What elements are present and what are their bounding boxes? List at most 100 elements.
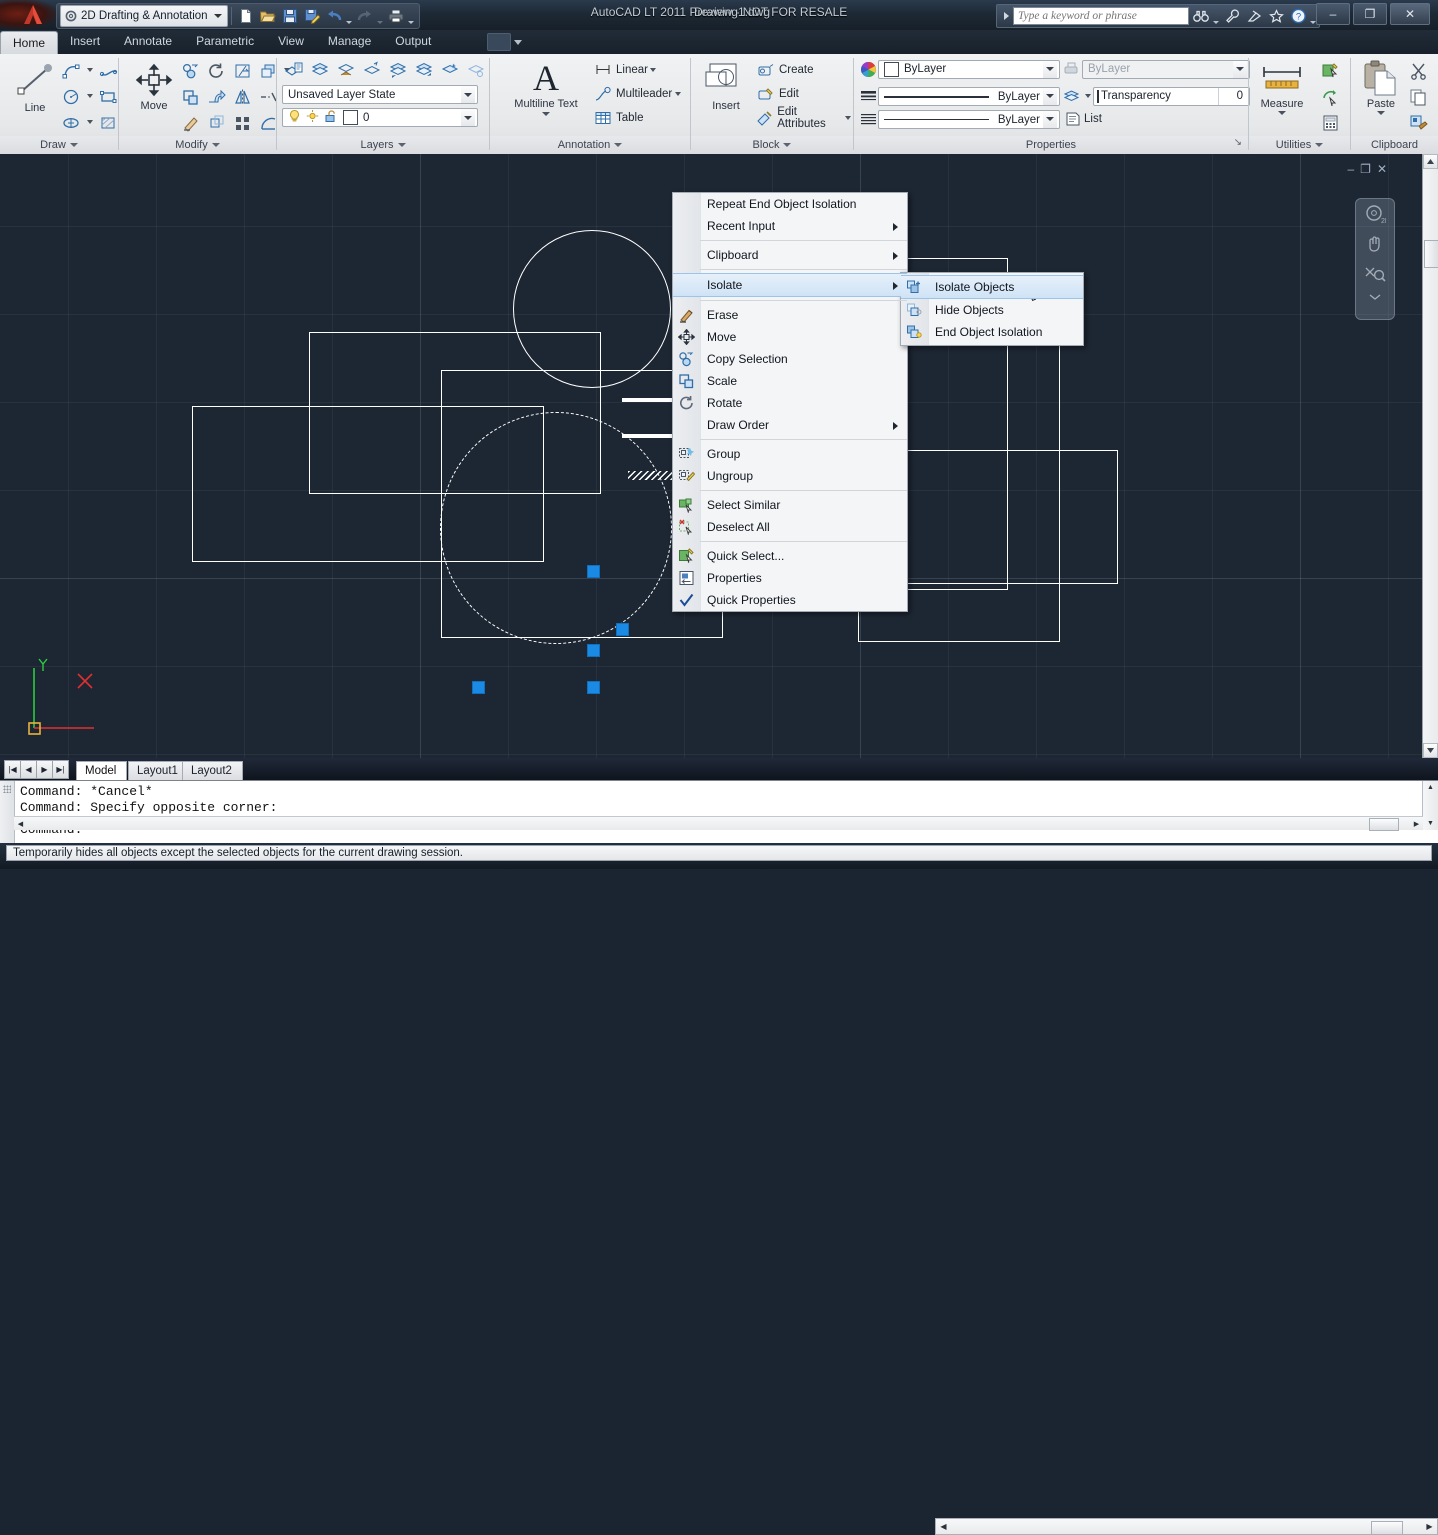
grip-point[interactable] — [587, 565, 600, 578]
copy-icon[interactable] — [177, 58, 203, 84]
break-icon[interactable] — [229, 110, 255, 136]
polyline-icon[interactable] — [58, 58, 84, 84]
panel-annotation-title[interactable]: Annotation — [490, 136, 690, 154]
menu-item-properties[interactable]: Properties — [673, 567, 907, 589]
drawing-minimize-button[interactable]: – — [1347, 162, 1354, 176]
star-icon[interactable] — [1266, 6, 1286, 26]
panel-modify-title[interactable]: Modify — [119, 136, 276, 154]
undo-dropdown[interactable] — [345, 4, 354, 29]
circle-dropdown[interactable] — [84, 84, 95, 108]
autocad-logo-icon[interactable] — [14, 2, 52, 28]
layout-nav-buttons[interactable]: |◀ ◀ ▶ ▶| — [4, 760, 69, 779]
ellipse-icon[interactable] — [58, 110, 84, 136]
multiline-text-button[interactable]: A Multiline Text — [500, 58, 592, 116]
zoom-extents-icon[interactable] — [1356, 259, 1394, 289]
menu-item-repeat-end-object-isolation[interactable]: Repeat End Object Isolation — [673, 193, 907, 215]
menu-item-clipboard[interactable]: Clipboard — [673, 244, 907, 266]
tab-parametric[interactable]: Parametric — [184, 30, 266, 53]
transparency-dropdown[interactable] — [1082, 84, 1093, 108]
close-button[interactable]: ✕ — [1390, 3, 1430, 25]
tab-annotate[interactable]: Annotate — [112, 30, 184, 53]
undo-icon[interactable] — [323, 6, 345, 26]
search-input[interactable] — [1013, 7, 1189, 25]
polyline-dropdown[interactable] — [84, 58, 95, 82]
menu-item-draw-order[interactable]: Draw Order — [673, 414, 907, 436]
menu-item-quick-properties[interactable]: Quick Properties — [673, 589, 907, 611]
layer-properties-icon[interactable] — [281, 57, 307, 83]
command-line-grip[interactable] — [0, 781, 15, 844]
ellipse-dropdown[interactable] — [84, 110, 95, 134]
rect-3[interactable] — [192, 406, 544, 562]
canvas-vertical-scrollbar[interactable] — [1422, 154, 1438, 758]
layout-tab-model[interactable]: Model — [76, 761, 128, 780]
match-properties-icon[interactable] — [1405, 110, 1431, 136]
steering-wheel-icon[interactable]: 2D — [1356, 199, 1394, 229]
multileader-button[interactable]: Multileader — [590, 82, 683, 106]
chevron-down-icon[interactable] — [1233, 60, 1247, 78]
menu-item-rotate[interactable]: Rotate — [673, 392, 907, 414]
search-dropdown-icon[interactable] — [1211, 4, 1220, 29]
menu-item-isolate[interactable]: Isolate — [673, 273, 907, 297]
cmd-scroll-up-arrow[interactable]: ▲ — [1423, 781, 1438, 794]
horizontal-scroll-thumb[interactable] — [1371, 1521, 1403, 1535]
redo-icon[interactable] — [354, 6, 376, 26]
lightbulb-icon[interactable] — [288, 109, 301, 126]
insert-button[interactable]: Insert — [699, 60, 753, 112]
rotate-icon[interactable] — [203, 58, 229, 84]
chevron-down-icon[interactable] — [1043, 87, 1057, 105]
menu-item-copy-selection[interactable]: Copy Selection — [673, 348, 907, 370]
vertical-scroll-thumb[interactable] — [1424, 240, 1438, 268]
grip-point[interactable] — [587, 681, 600, 694]
satellite-icon[interactable] — [1244, 6, 1264, 26]
create-block-button[interactable]: Create — [753, 58, 853, 82]
measure-button[interactable]: Measure — [1255, 62, 1309, 115]
edit-attributes-dropdown[interactable] — [843, 106, 853, 130]
navbar-chevron-down-icon[interactable] — [1356, 289, 1394, 305]
scroll-up-arrow[interactable] — [1423, 154, 1438, 169]
tab-home[interactable]: Home — [0, 31, 59, 54]
redo-dropdown[interactable] — [376, 4, 385, 29]
menu-item-quick-select[interactable]: Quick Select... — [673, 545, 907, 567]
ribbon-options-chevron-down-icon[interactable] — [514, 39, 522, 45]
cmd-scroll-down-arrow[interactable]: ▼ — [1423, 817, 1438, 830]
table-button[interactable]: Table — [590, 106, 683, 130]
layer-transparency-icon[interactable] — [1060, 86, 1082, 106]
panel-layers-title[interactable]: Layers — [277, 136, 489, 154]
chevron-down-icon[interactable] — [461, 109, 475, 126]
plot-icon[interactable] — [385, 6, 407, 26]
drawing-close-button[interactable]: ✕ — [1377, 162, 1387, 176]
grip-point[interactable] — [472, 681, 485, 694]
command-line-window[interactable]: Command: *Cancel* Command: Specify oppos… — [0, 780, 1438, 844]
sun-icon[interactable] — [306, 109, 319, 126]
open-icon[interactable] — [257, 6, 279, 26]
transparency-field[interactable]: Transparency 0 — [1093, 86, 1250, 106]
binoculars-icon[interactable] — [1191, 6, 1211, 26]
workspace-selector[interactable]: 2D Drafting & Annotation — [60, 5, 228, 27]
scroll-left-arrow[interactable]: ◀ — [936, 1519, 951, 1534]
scroll-down-arrow[interactable] — [1423, 743, 1438, 758]
menu-item-group[interactable]: Group — [673, 443, 907, 465]
canvas-horizontal-scrollbar[interactable]: ◀ ▶ — [935, 1518, 1438, 1535]
trim-icon[interactable] — [229, 58, 255, 84]
menu-item-ungroup[interactable]: Ungroup — [673, 465, 907, 487]
wrench-icon[interactable] — [1222, 6, 1242, 26]
grip-point[interactable] — [616, 623, 629, 636]
explode-icon[interactable] — [203, 110, 229, 136]
drawing-window-controls[interactable]: – ❐ ✕ — [1347, 162, 1387, 176]
layer-previous-icon[interactable] — [359, 57, 385, 83]
multileader-dropdown[interactable] — [672, 82, 683, 106]
menu-item-scale[interactable]: Scale — [673, 370, 907, 392]
measure-dropdown[interactable] — [1278, 111, 1286, 115]
search-expand-icon[interactable] — [999, 7, 1013, 25]
ribbon-tab-strip[interactable]: Home Insert Annotate Parametric View Man… — [0, 30, 1438, 55]
tab-view[interactable]: View — [266, 30, 316, 53]
qat-customize-dropdown[interactable] — [407, 4, 416, 29]
cmd-horizontal-scroll-thumb[interactable] — [1369, 818, 1399, 831]
save-icon[interactable] — [279, 6, 301, 26]
layer-off-icon[interactable] — [385, 57, 411, 83]
layer-unisolate-icon[interactable] — [463, 57, 489, 83]
drawing-restore-button[interactable]: ❐ — [1360, 162, 1371, 176]
command-horizontal-scrollbar[interactable]: ◀ ▶ — [14, 816, 1423, 831]
edit-block-button[interactable]: Edit — [753, 82, 853, 106]
tab-insert[interactable]: Insert — [58, 30, 112, 53]
